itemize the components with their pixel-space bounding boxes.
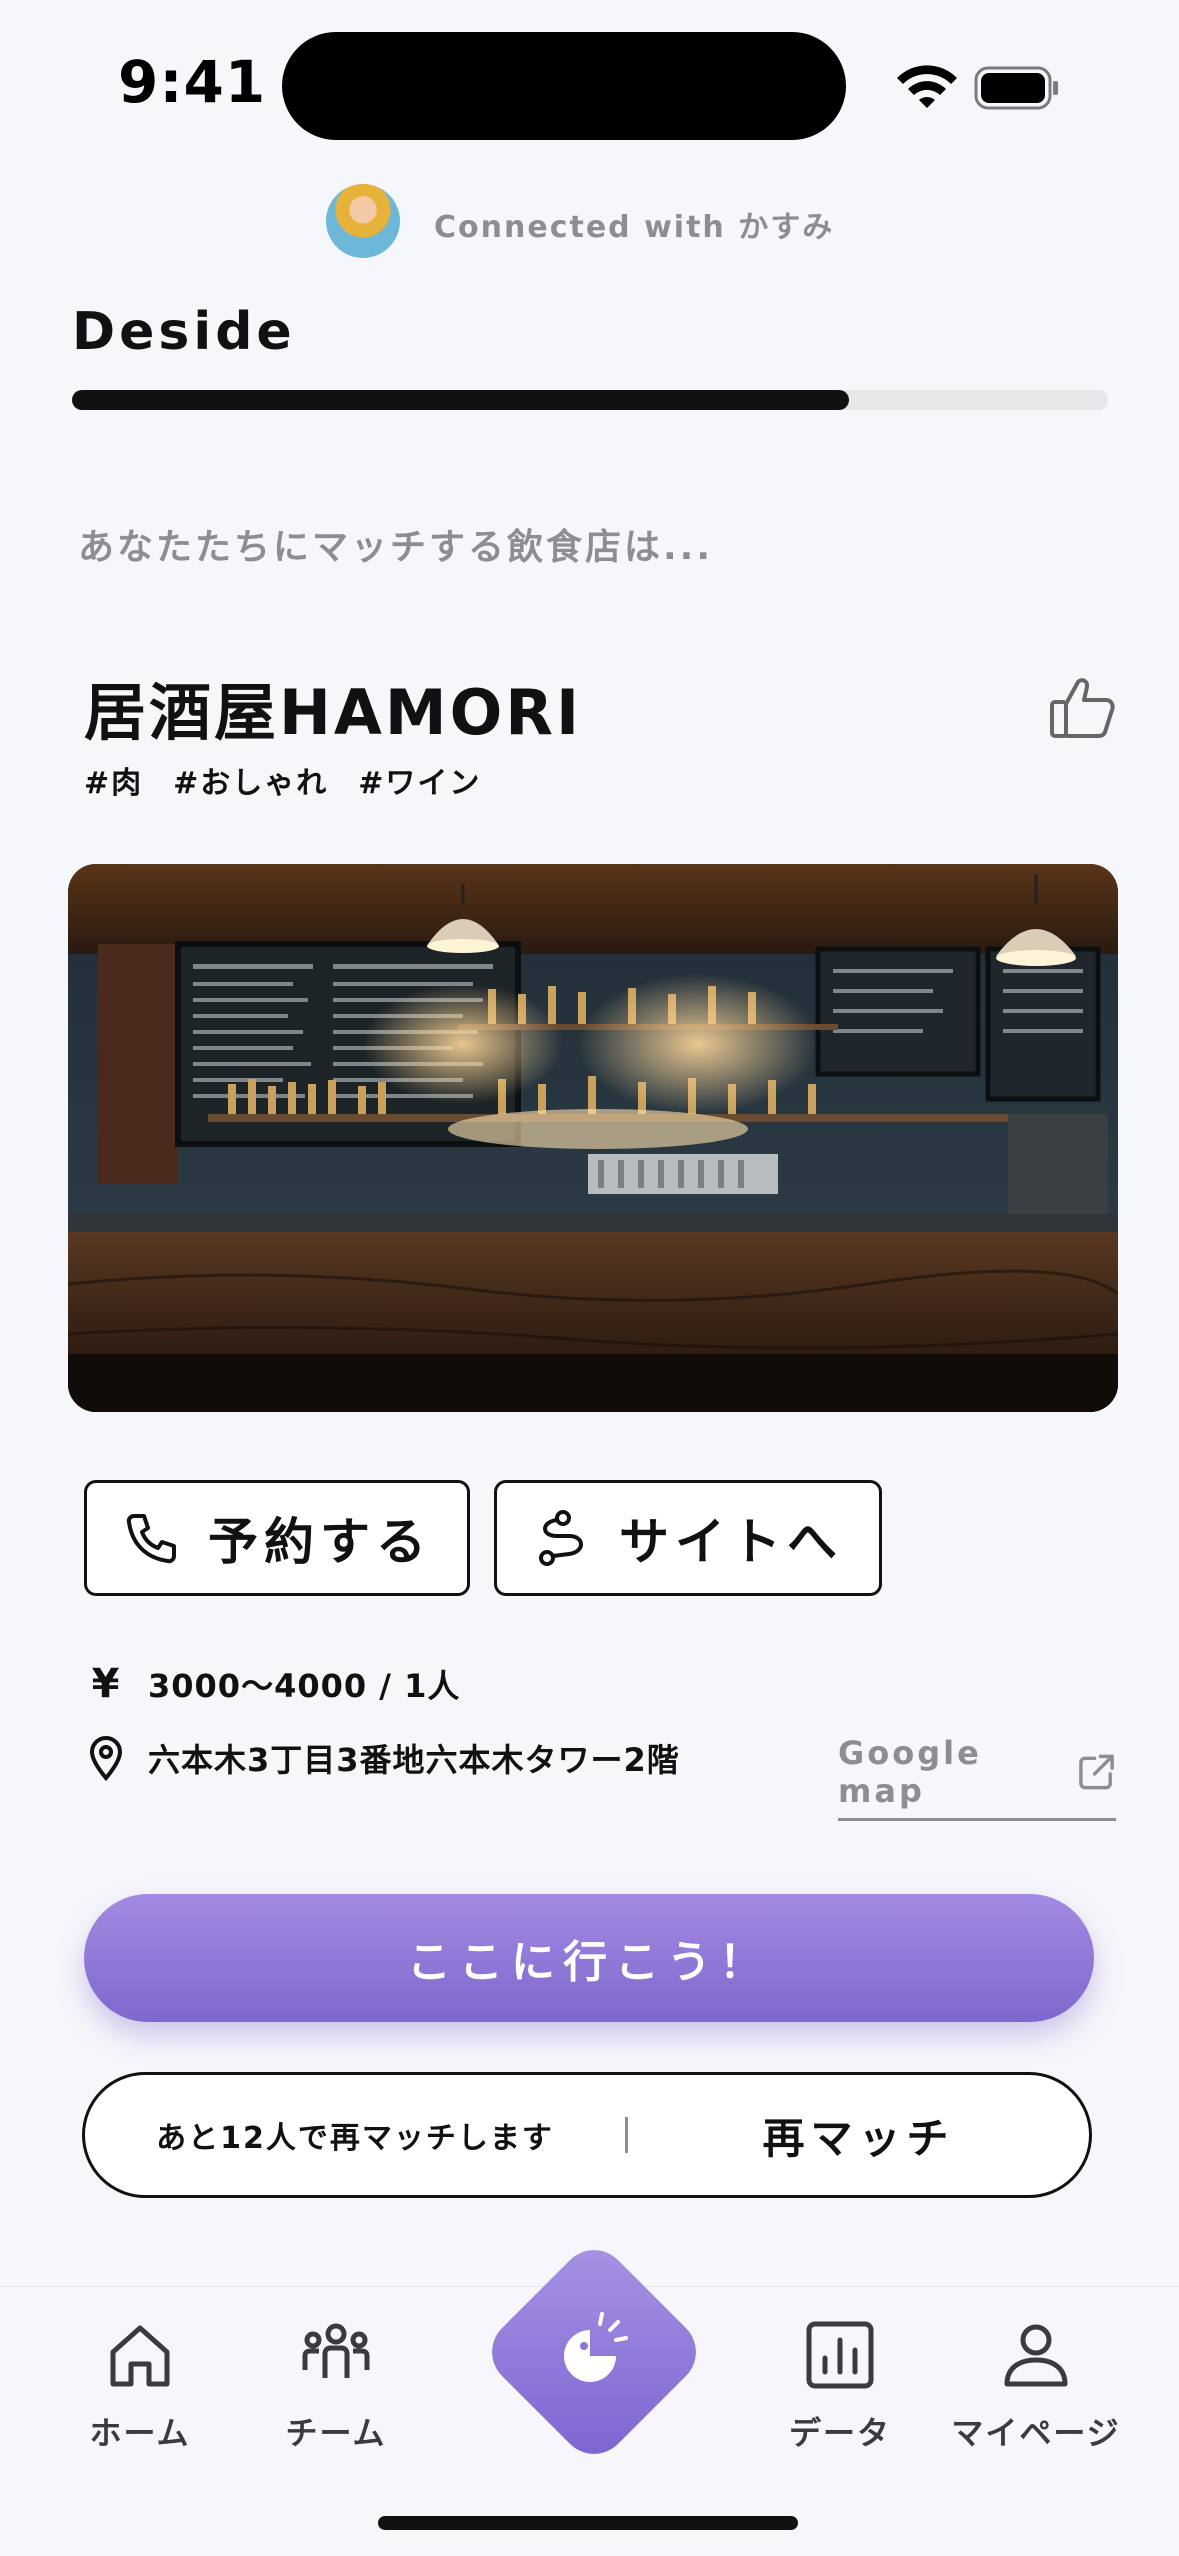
- tab-team[interactable]: チーム: [246, 2318, 426, 2454]
- team-icon: [302, 2323, 370, 2378]
- address-row: 六本木3丁目3番地六本木タワー2階: [86, 1734, 680, 1782]
- reserve-button[interactable]: 予約する: [84, 1480, 470, 1596]
- rematch-bar: あと12人で再マッチします 再マッチ: [82, 2072, 1092, 2198]
- phone-icon: [126, 1514, 176, 1564]
- price-row: ¥ 3000〜4000 / 1人: [86, 1660, 460, 1708]
- progress-bar: [72, 390, 849, 410]
- battery-icon: [974, 66, 1058, 110]
- go-here-button[interactable]: ここに行こう！: [84, 1894, 1094, 2022]
- location-pin-icon: [89, 1736, 123, 1782]
- yen-icon: ¥: [91, 1661, 121, 1707]
- connected-text: Connected with かすみ: [434, 210, 835, 245]
- wifi-icon: [897, 65, 957, 108]
- pie-chart-icon: [564, 2312, 628, 2382]
- thumbs-up-icon[interactable]: [1046, 672, 1118, 744]
- rematch-button[interactable]: 再マッチ: [628, 2105, 1089, 2166]
- home-indicator: [378, 2516, 798, 2530]
- tag: #ワイン: [358, 766, 482, 801]
- address-text: 六本木3丁目3番地六本木タワー2階: [148, 1741, 680, 1779]
- google-map-link[interactable]: Google map: [838, 1734, 1116, 1821]
- site-label: サイトへ: [619, 1513, 843, 1571]
- site-button[interactable]: サイトへ: [494, 1480, 882, 1596]
- route-icon: [539, 1510, 583, 1566]
- tab-home[interactable]: ホーム: [50, 2318, 230, 2454]
- price-text: 3000〜4000 / 1人: [148, 1667, 461, 1705]
- tab-home-label: ホーム: [89, 2414, 191, 2452]
- tag: #肉: [84, 766, 144, 801]
- page-title: Deside: [72, 302, 296, 362]
- tab-mypage[interactable]: マイページ: [946, 2318, 1126, 2454]
- status-time: 9:41: [118, 48, 267, 116]
- partner-avatar: [326, 184, 400, 258]
- person-icon: [1004, 2324, 1068, 2387]
- tab-mypage-label: マイページ: [951, 2414, 1121, 2452]
- reserve-label: 予約する: [208, 1513, 432, 1571]
- dynamic-island: [282, 32, 846, 140]
- restaurant-photo: [68, 864, 1118, 1412]
- tag-list: #肉 #おしゃれ #ワイン: [84, 758, 481, 802]
- external-link-icon: [1079, 1754, 1114, 1790]
- google-map-label: Google map: [838, 1734, 982, 1810]
- home-icon: [110, 2325, 170, 2387]
- tab-data[interactable]: データ: [750, 2318, 930, 2454]
- tag: #おしゃれ: [173, 766, 329, 801]
- rematch-note: あと12人で再マッチします: [156, 2121, 554, 2156]
- match-subtitle: あなたたちにマッチする飲食店は...: [78, 527, 714, 568]
- bar-chart-icon: [806, 2321, 874, 2389]
- go-here-label: ここに行こう！: [407, 1937, 771, 1988]
- tab-team-label: チーム: [285, 2414, 387, 2452]
- tab-data-label: データ: [788, 2414, 891, 2452]
- restaurant-name: 居酒屋HAMORI: [84, 676, 583, 749]
